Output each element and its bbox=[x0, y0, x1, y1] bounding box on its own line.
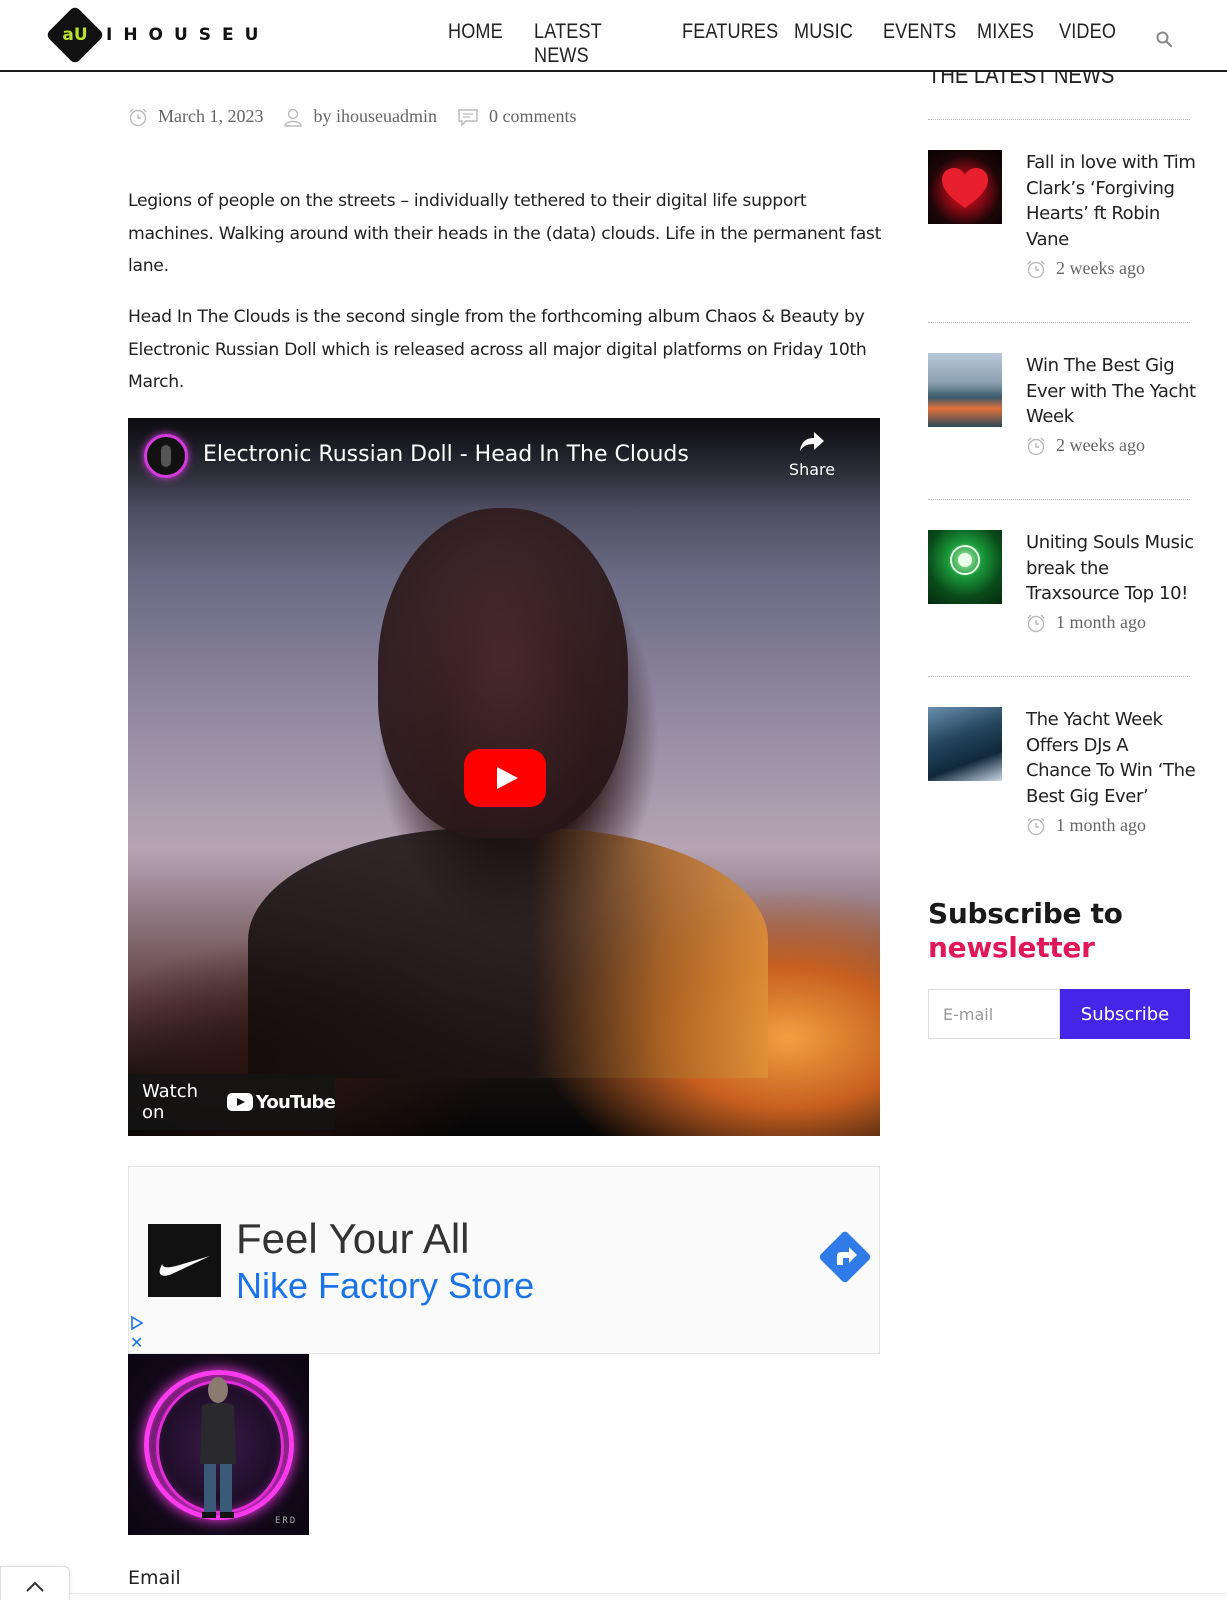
directions-icon[interactable] bbox=[815, 1227, 875, 1287]
news-time-text: 2 weeks ago bbox=[1056, 435, 1145, 455]
news-thumbnail[interactable] bbox=[928, 530, 1002, 604]
album-artwork: ERD bbox=[128, 1354, 309, 1535]
main-nav: HOME LATEST NEWS FEATURES MUSIC EVENTS M… bbox=[448, 20, 1143, 68]
news-title[interactable]: The Yacht Week Offers DJs A Chance To Wi… bbox=[1026, 707, 1196, 809]
logo-badge-icon bbox=[950, 545, 980, 575]
news-time: 2 weeks ago bbox=[1026, 435, 1145, 456]
heart-icon bbox=[942, 168, 988, 208]
channel-avatar[interactable] bbox=[144, 434, 188, 478]
scroll-to-top-button[interactable] bbox=[0, 1566, 70, 1600]
album-label: ERD bbox=[275, 1516, 298, 1526]
ad-close-icon[interactable]: ✕ bbox=[130, 1335, 143, 1351]
comments-text: 0 comments bbox=[488, 106, 577, 126]
youtube-embed[interactable]: Electronic Russian Doll - Head In The Cl… bbox=[128, 418, 880, 1136]
clock-icon bbox=[1027, 817, 1045, 835]
watch-on-youtube-button[interactable]: Watch on YouTube bbox=[128, 1074, 336, 1130]
clock-icon bbox=[1027, 437, 1045, 455]
news-title[interactable]: Fall in love with Tim Clark’s ‘Forgiving… bbox=[1026, 150, 1196, 252]
news-thumbnail[interactable] bbox=[928, 150, 1002, 224]
news-title[interactable]: Win The Best Gig Ever with The Yacht Wee… bbox=[1026, 353, 1196, 430]
email-label: Email bbox=[128, 1567, 181, 1589]
article-paragraph: Head In The Clouds is the second single … bbox=[128, 307, 867, 392]
chevron-up-icon bbox=[26, 1581, 44, 1592]
user-icon bbox=[284, 108, 303, 127]
divider bbox=[928, 676, 1190, 677]
nav-features[interactable]: FEATURES bbox=[682, 20, 778, 68]
logo-text: IHOUSEU bbox=[106, 25, 270, 45]
news-time-text: 1 month ago bbox=[1056, 612, 1146, 632]
video-title[interactable]: Electronic Russian Doll - Head In The Cl… bbox=[203, 442, 689, 467]
share-icon bbox=[800, 432, 824, 451]
adchoices-icon[interactable] bbox=[130, 1316, 144, 1330]
share-label: Share bbox=[788, 460, 836, 479]
author-text: by ihouseuadmin bbox=[313, 106, 437, 126]
article-comments[interactable]: 0 comments bbox=[457, 106, 577, 127]
nav-music[interactable]: MUSIC bbox=[794, 20, 853, 68]
site-header: aU IHOUSEU HOME LATEST NEWS FEATURES MUS… bbox=[0, 0, 1227, 72]
clock-icon bbox=[1027, 614, 1045, 632]
news-time: 1 month ago bbox=[1026, 612, 1146, 633]
artist-figure bbox=[200, 1377, 236, 1518]
divider bbox=[928, 499, 1190, 500]
advertisement[interactable]: Feel Your All Nike Factory Store bbox=[128, 1166, 880, 1354]
newsletter-heading-line: Subscribe to bbox=[928, 897, 1123, 930]
newsletter-email-input[interactable] bbox=[928, 989, 1060, 1039]
nav-home[interactable]: HOME bbox=[448, 20, 503, 68]
subscribe-button[interactable]: Subscribe bbox=[1060, 989, 1190, 1039]
article-author[interactable]: by ihouseuadmin bbox=[283, 106, 437, 127]
nike-swoosh-icon bbox=[159, 1256, 210, 1276]
nav-video[interactable]: VIDEO bbox=[1059, 20, 1116, 68]
news-title[interactable]: Uniting Souls Music break the Traxsource… bbox=[1026, 530, 1196, 607]
news-time: 2 weeks ago bbox=[1026, 258, 1145, 279]
logo-mark: aU bbox=[45, 5, 105, 65]
article-meta: March 1, 2023 by ihouseuadmin 0 comments bbox=[128, 106, 596, 127]
site-logo[interactable]: aU IHOUSEU bbox=[45, 5, 270, 65]
youtube-play-icon bbox=[226, 1093, 253, 1111]
youtube-wordmark: YouTube bbox=[255, 1091, 336, 1113]
youtube-logo: YouTube bbox=[226, 1091, 336, 1113]
ad-subline: Nike Factory Store bbox=[236, 1265, 535, 1306]
nav-latest-news[interactable]: LATEST NEWS bbox=[534, 20, 632, 68]
logo-mark-text: aU bbox=[62, 25, 88, 45]
comment-icon bbox=[458, 108, 478, 127]
news-time: 1 month ago bbox=[1026, 815, 1146, 836]
clock-icon bbox=[1027, 260, 1045, 278]
nike-logo bbox=[148, 1224, 221, 1297]
nav-events[interactable]: EVENTS bbox=[883, 20, 956, 68]
watch-on-label: Watch on bbox=[142, 1081, 199, 1123]
nav-mixes[interactable]: MIXES bbox=[977, 20, 1034, 68]
play-button[interactable] bbox=[464, 749, 546, 807]
share-button[interactable]: Share bbox=[782, 430, 842, 479]
search-icon[interactable] bbox=[1156, 31, 1172, 47]
news-thumbnail[interactable] bbox=[928, 353, 1002, 427]
news-time-text: 1 month ago bbox=[1056, 815, 1146, 835]
clock-icon bbox=[129, 108, 147, 126]
newsletter-heading: Subscribe to newsletter bbox=[928, 897, 1123, 965]
divider bbox=[928, 322, 1190, 323]
newsletter-heading-accent: newsletter bbox=[928, 931, 1095, 964]
news-time-text: 2 weeks ago bbox=[1056, 258, 1145, 278]
divider bbox=[928, 119, 1190, 120]
video-thumbnail-figure bbox=[248, 828, 768, 1078]
ad-headline: Feel Your All bbox=[236, 1215, 470, 1262]
news-thumbnail[interactable] bbox=[928, 707, 1002, 781]
article-paragraph: Legions of people on the streets – indiv… bbox=[128, 191, 882, 276]
article-date: March 1, 2023 bbox=[128, 106, 263, 127]
date-text: March 1, 2023 bbox=[158, 106, 264, 126]
